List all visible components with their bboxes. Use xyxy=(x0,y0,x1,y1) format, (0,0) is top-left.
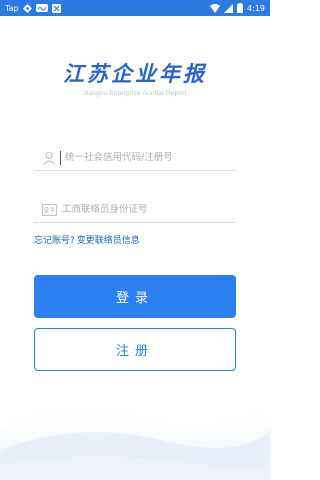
wifi-icon xyxy=(210,3,221,13)
text-cursor xyxy=(60,150,61,165)
register-button[interactable]: 注册 xyxy=(34,328,236,371)
battery-icon xyxy=(237,3,244,13)
id-card-icon xyxy=(40,201,58,219)
id-card-field[interactable] xyxy=(34,197,236,223)
signal-badge-icon xyxy=(35,4,48,12)
change-contact-link[interactable]: 变更联络员信息 xyxy=(77,233,140,246)
credit-code-input[interactable] xyxy=(65,152,235,163)
game-controller-icon xyxy=(22,3,32,13)
status-right: 4:19 xyxy=(210,3,265,13)
forgot-account-link[interactable]: 忘记账号? xyxy=(34,233,75,246)
account-links: 忘记账号? 变更联络员信息 xyxy=(34,233,140,246)
login-button[interactable]: 登录 xyxy=(34,275,236,318)
x-badge-icon xyxy=(51,3,61,13)
cellular-signal-icon xyxy=(224,3,234,13)
status-left: Tap xyxy=(5,3,61,13)
credit-code-field[interactable] xyxy=(34,145,236,171)
app-title: 江苏企业年报 xyxy=(63,61,207,86)
status-bar: Tap 4:19 xyxy=(0,0,270,16)
status-time: 4:19 xyxy=(247,3,265,13)
user-icon xyxy=(40,149,58,167)
app-subtitle: Jiangsu Enterprise Annual Report xyxy=(83,90,187,97)
taptap-label: Tap xyxy=(5,3,19,13)
app-logo: 江苏企业年报 Jiangsu Enterprise Annual Report xyxy=(0,58,270,97)
id-card-input[interactable] xyxy=(62,204,232,215)
background-wave-decoration xyxy=(0,405,270,480)
